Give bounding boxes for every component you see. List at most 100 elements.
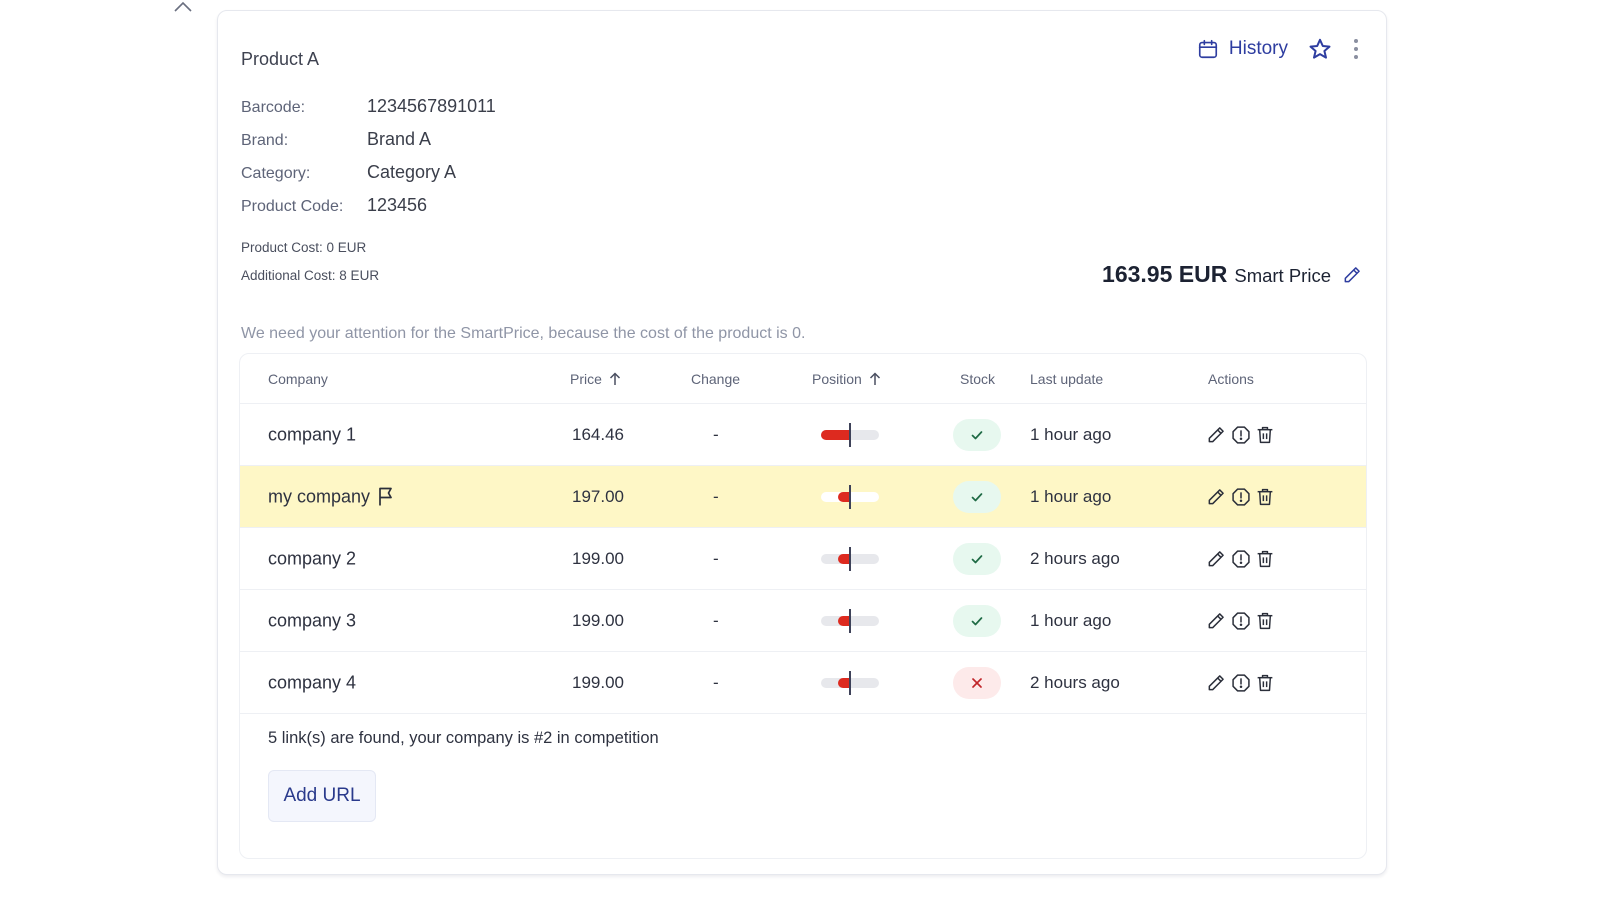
company-name[interactable]: company 4 [268,672,356,693]
column-stock: Stock [960,371,995,387]
last-update-cell: 1 hour ago [1030,424,1112,444]
column-company: Company [268,371,328,387]
stock-in-badge [953,604,1001,637]
check-icon [971,554,983,563]
price-cell: 197.00 [572,486,624,506]
change-cell: - [713,424,719,444]
delete-button[interactable] [1256,549,1274,569]
report-button[interactable] [1231,673,1251,693]
row-actions [1206,673,1279,693]
company-cell: company 4 [268,672,356,693]
meta-label: Brand: [241,132,289,149]
column-label: Price [570,371,602,387]
trash-icon [1257,426,1273,443]
product-card: Product A Barcode: 1234567891011 Brand: … [217,10,1387,875]
position-marker [849,546,851,571]
column-position[interactable]: Position [812,371,881,387]
meta-barcode: Barcode: 1234567891011 [241,96,496,117]
trash-icon [1257,488,1273,505]
change-cell: - [713,548,719,568]
company-cell: company 2 [268,548,356,569]
additional-cost: Additional Cost: 8 EUR [241,268,380,283]
delete-button[interactable] [1256,673,1274,693]
more-options-button[interactable] [1352,38,1360,60]
x-icon [972,677,982,688]
stock-in-badge [953,480,1001,513]
column-change: Change [691,371,740,387]
pencil-icon [1344,266,1360,282]
trash-icon [1257,674,1273,691]
edit-icon [1208,674,1224,690]
collapse-toggle[interactable] [172,0,194,14]
report-icon [1232,549,1250,568]
position-marker [849,670,851,695]
stock-in-badge [953,542,1001,575]
trash-icon [1257,612,1273,629]
meta-label: Category: [241,165,311,182]
history-button[interactable]: History [1197,38,1288,60]
row-actions [1206,487,1279,507]
price-cell: 164.46 [572,424,624,444]
add-url-button[interactable]: Add URL [268,770,376,822]
company-name[interactable]: company 1 [268,424,356,445]
trash-icon [1257,550,1273,567]
report-button[interactable] [1231,487,1251,507]
meta-value: 123456 [367,195,428,215]
column-label: Actions [1208,371,1254,387]
meta-value: Brand A [367,129,432,149]
company-cell: my company [268,486,395,507]
check-icon [971,616,983,625]
edit-smart-price-button[interactable] [1342,265,1362,285]
last-update-cell: 1 hour ago [1030,610,1112,630]
report-button[interactable] [1231,425,1251,445]
history-label: History [1228,38,1288,59]
favorite-button[interactable] [1308,37,1332,61]
edit-icon [1208,426,1224,442]
product-cost: Product Cost: 0 EUR [241,240,367,255]
company-name[interactable]: company 3 [268,610,356,631]
column-label: Last update [1030,371,1104,387]
smart-price-label: Smart Price [1234,265,1331,286]
company-name[interactable]: company 2 [268,548,356,569]
change-cell: - [713,486,719,506]
edit-button[interactable] [1206,549,1226,569]
delete-button[interactable] [1256,487,1274,507]
table-row-5: company 4 199.00 - 2 hours ago [240,652,1366,714]
sort-ascending-icon [869,372,880,385]
position-bar-fill [838,677,849,688]
company-cell: company 3 [268,610,356,631]
attention-message: We need your attention for the SmartPric… [241,325,806,342]
price-cell: 199.00 [572,610,624,630]
edit-button[interactable] [1206,425,1226,445]
table-row-4: company 3 199.00 - 1 hour ago [240,590,1366,652]
stock-out-badge [953,666,1001,699]
report-button[interactable] [1231,549,1251,569]
last-update-cell: 2 hours ago [1030,672,1120,692]
report-icon [1232,673,1250,692]
smart-price-amount: 163.95 EUR [1102,261,1228,287]
position-bar-fill [838,491,849,502]
chevron-up-icon [174,1,192,12]
smart-price: 163.95 EUR Smart Price [1102,261,1362,288]
column-last-update: Last update [1030,371,1103,387]
column-price[interactable]: Price [570,371,621,387]
report-button[interactable] [1231,611,1251,631]
calendar-icon [1198,39,1217,59]
delete-button[interactable] [1256,425,1274,445]
position-bar-fill [821,429,849,440]
position-marker [849,422,851,447]
report-icon [1232,425,1250,444]
column-actions: Actions [1208,371,1254,387]
position-bar-fill [838,615,849,626]
competitor-table: Company Price Change Position Stock Last… [239,353,1367,859]
delete-button[interactable] [1256,611,1274,631]
meta-value: Category A [367,162,457,182]
column-label: Company [268,371,328,387]
column-label: Change [691,371,741,387]
edit-button[interactable] [1206,611,1226,631]
meta-label: Barcode: [241,99,306,116]
flag-icon [379,487,392,506]
company-name[interactable]: my company [268,486,370,507]
edit-button[interactable] [1206,673,1226,693]
edit-button[interactable] [1206,487,1226,507]
